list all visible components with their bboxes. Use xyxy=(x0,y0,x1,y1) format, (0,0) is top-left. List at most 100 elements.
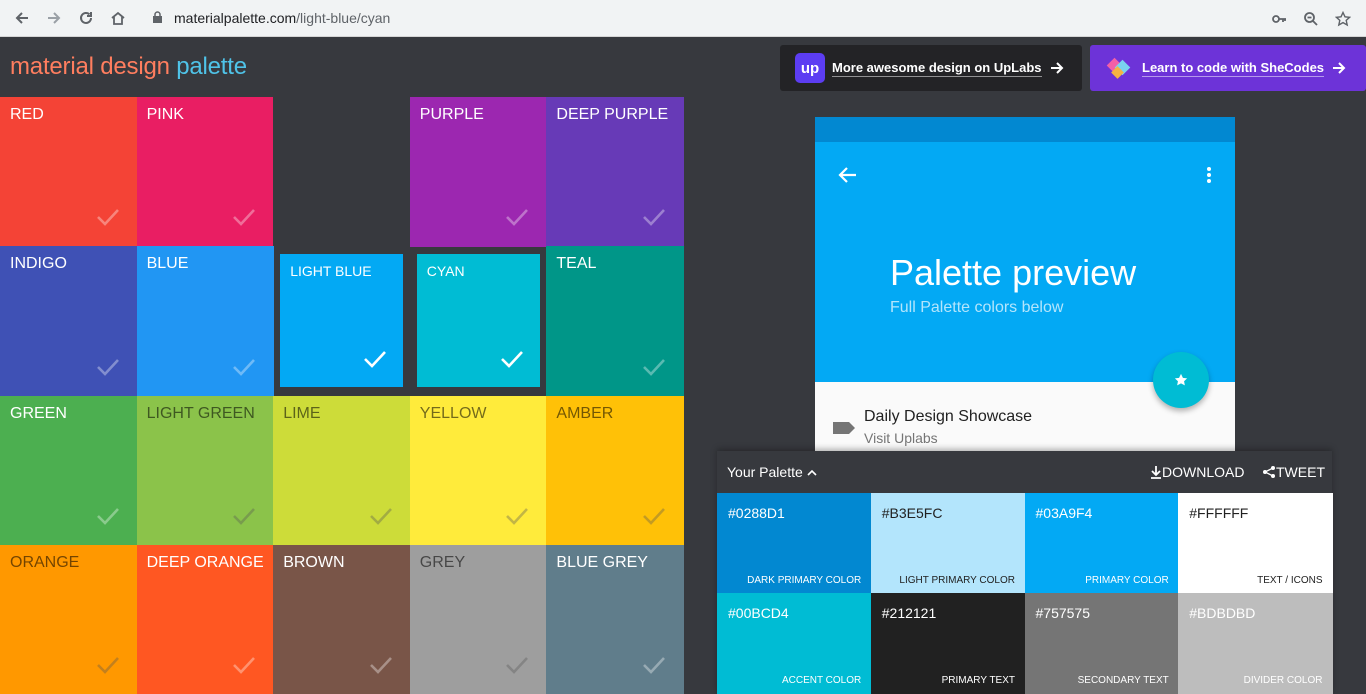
palette-swatch-primary-text[interactable]: #212121 PRIMARY TEXT xyxy=(870,593,1025,694)
color-tile-label: RED xyxy=(10,106,44,123)
color-tile-label: PURPLE xyxy=(419,106,484,123)
color-tile-label: DEEP ORANGE xyxy=(146,553,264,571)
swatch-hex-value: #0288D1 xyxy=(728,505,785,521)
color-tile-orange[interactable]: ORANGE xyxy=(0,544,138,694)
palette-header: Your Palette DOWNLOAD TWEET xyxy=(717,451,1332,493)
shecodes-ad-label: Learn to code with SheCodes xyxy=(1142,59,1325,77)
shecodes-ad-button[interactable]: Learn to code with SheCodes xyxy=(1090,45,1366,91)
color-tile-deep-orange[interactable]: DEEP ORANGE xyxy=(136,544,275,694)
color-tile-blue[interactable]: BLUE xyxy=(136,246,275,397)
back-arrow-icon[interactable] xyxy=(837,164,859,186)
color-tile-light-green[interactable]: LIGHT GREEN xyxy=(136,395,275,546)
color-tile-green[interactable]: GREEN xyxy=(0,395,138,546)
forward-arrow-icon xyxy=(48,12,61,24)
more-vert-icon[interactable] xyxy=(1205,164,1213,186)
download-icon xyxy=(1151,466,1161,479)
browser-toolbar: materialpalette.com/light-blue/cyan xyxy=(0,0,1366,37)
label-tag-icon xyxy=(833,422,855,434)
swatch-hex-value: #212121 xyxy=(881,605,937,621)
swatch-role-label: DARK PRIMARY COLOR xyxy=(747,574,862,586)
swatch-role-label: TEXT / ICONS xyxy=(1257,574,1323,586)
color-tile-red[interactable]: RED xyxy=(0,97,138,248)
color-tile-pink[interactable]: PINK xyxy=(136,97,275,248)
color-tile-amber[interactable]: AMBER xyxy=(546,395,684,546)
home-icon xyxy=(111,11,125,25)
palette-swatch-text-icons[interactable]: #FFFFFF TEXT / ICONS xyxy=(1178,493,1333,594)
check-icon xyxy=(232,208,256,231)
tweet-button[interactable]: TWEET xyxy=(1262,464,1325,480)
color-tile-label: DEEP PURPLE xyxy=(556,106,669,123)
palette-swatch-dark-primary-color[interactable]: #0288D1 DARK PRIMARY COLOR xyxy=(717,493,872,594)
reload-icon xyxy=(80,11,92,24)
color-tile-light-blue[interactable]: LIGHT BLUE xyxy=(280,254,404,388)
palette-swatch-accent-color[interactable]: #00BCD4 ACCENT COLOR xyxy=(717,593,872,694)
color-tile-label: BROWN xyxy=(283,553,345,571)
color-tile-label: PINK xyxy=(146,106,184,123)
uplabs-logo-icon: up xyxy=(795,53,825,83)
your-palette-panel: Your Palette DOWNLOAD TWEET #0288D1 DARK … xyxy=(717,451,1333,694)
url-host: materialpalette.com xyxy=(174,10,297,26)
color-tile-label: GREEN xyxy=(10,404,67,422)
palette-swatch-secondary-text[interactable]: #757575 SECONDARY TEXT xyxy=(1024,593,1179,694)
share-icon xyxy=(1263,466,1275,478)
palette-title: Your Palette xyxy=(727,464,803,480)
color-tile-yellow[interactable]: YELLOW xyxy=(409,395,548,546)
palette-swatch-divider-color[interactable]: #BDBDBD DIVIDER COLOR xyxy=(1178,593,1333,694)
lock-icon xyxy=(153,11,162,23)
color-tile-deep-purple[interactable]: DEEP PURPLE xyxy=(546,97,684,248)
chevron-up-icon xyxy=(807,469,817,476)
color-tile-label: INDIGO xyxy=(10,255,67,273)
check-icon xyxy=(363,350,387,373)
color-tile-label: BLUE GREY xyxy=(556,553,648,571)
uplabs-ad-button[interactable]: up More awesome design on UpLabs xyxy=(780,45,1082,91)
url-path: /light-blue/cyan xyxy=(296,10,391,26)
swatch-hex-value: #BDBDBD xyxy=(1189,605,1256,621)
color-tile-label: LIGHT BLUE xyxy=(290,263,372,280)
zoom-icon[interactable] xyxy=(1300,8,1322,30)
site-logo[interactable]: material design palette xyxy=(10,53,247,81)
check-icon xyxy=(369,656,393,679)
check-icon xyxy=(642,507,666,530)
url-text: materialpalette.com/light-blue/cyan xyxy=(174,10,390,26)
preview-list-title: Daily Design Showcase xyxy=(864,408,1033,425)
swatch-hex-value: #FFFFFF xyxy=(1189,505,1249,521)
back-button[interactable] xyxy=(10,6,34,30)
check-icon xyxy=(232,507,256,530)
palette-swatch-primary-color[interactable]: #03A9F4 PRIMARY COLOR xyxy=(1024,493,1179,594)
check-icon xyxy=(96,358,120,381)
color-tile-teal[interactable]: TEAL xyxy=(546,246,684,397)
preview-status-bar xyxy=(815,117,1235,142)
home-button[interactable] xyxy=(106,6,130,30)
arrow-right-icon xyxy=(1333,62,1346,74)
color-grid: RED PINK PURPLE DEEP PURPLE INDIGO BLUE LIGHT … xyxy=(0,97,684,694)
uplabs-ad-label: More awesome design on UpLabs xyxy=(832,59,1042,77)
color-tile-brown[interactable]: BROWN xyxy=(273,544,411,694)
color-tile-label: AMBER xyxy=(556,404,614,422)
color-tile-purple[interactable]: PURPLE xyxy=(409,97,548,248)
preview-subtitle: Full Palette colors below xyxy=(890,299,1064,316)
key-icon[interactable] xyxy=(1268,8,1290,30)
check-icon xyxy=(96,656,120,679)
color-tile-blue-grey[interactable]: BLUE GREY xyxy=(546,544,684,694)
reload-button[interactable] xyxy=(74,6,98,30)
color-tile-indigo[interactable]: INDIGO xyxy=(0,246,138,397)
check-icon xyxy=(232,656,256,679)
address-bar[interactable]: materialpalette.com/light-blue/cyan xyxy=(140,4,1360,32)
preview-title: Palette preview xyxy=(890,252,1137,293)
swatch-hex-value: #00BCD4 xyxy=(728,605,789,621)
check-icon xyxy=(96,208,120,231)
color-tile-lime[interactable]: LIME xyxy=(273,395,411,546)
check-icon xyxy=(232,358,256,381)
preview-list-subtitle: Visit Uplabs xyxy=(864,430,938,446)
download-button[interactable]: DOWNLOAD xyxy=(1150,464,1244,480)
preview-fab-button[interactable] xyxy=(1153,352,1209,408)
bookmark-star-icon[interactable] xyxy=(1332,8,1354,30)
swatch-role-label: PRIMARY COLOR xyxy=(1085,574,1169,586)
palette-toggle[interactable]: Your Palette xyxy=(727,464,817,480)
palette-swatch-light-primary-color[interactable]: #B3E5FC LIGHT PRIMARY COLOR xyxy=(870,493,1025,594)
swatch-hex-value: #757575 xyxy=(1035,605,1091,621)
color-tile-grey[interactable]: GREY xyxy=(409,544,548,694)
forward-button[interactable] xyxy=(42,6,66,30)
color-tile-cyan[interactable]: CYAN xyxy=(416,254,540,388)
color-tile-label: LIGHT GREEN xyxy=(146,404,255,422)
